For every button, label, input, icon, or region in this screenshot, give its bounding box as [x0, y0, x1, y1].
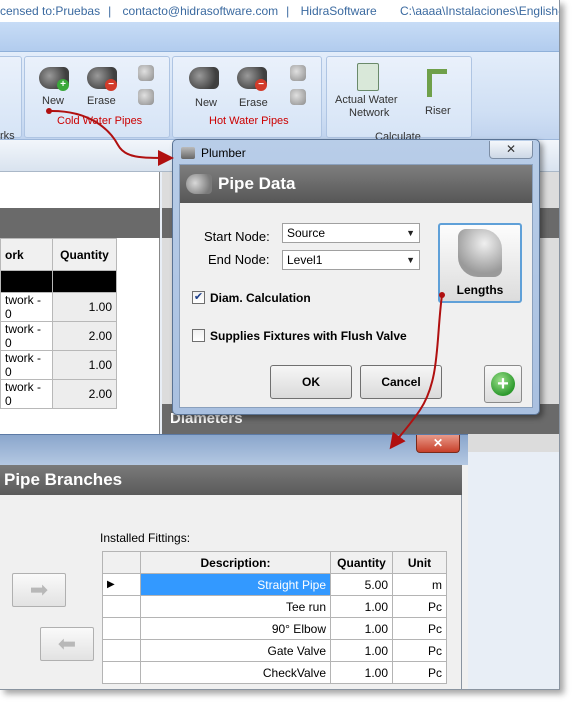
grid-header-name[interactable]: ork	[0, 238, 53, 271]
hot-new-button[interactable]: New	[195, 97, 217, 109]
ribbon-group-hot-water: New − Erase Hot Water Pipes	[172, 56, 322, 138]
ribbon-group-calculate: Actual Water Network Riser Calculate	[326, 56, 472, 143]
actual-water-network-button-line2[interactable]: Network	[349, 107, 389, 119]
branches-close-button[interactable]: ✕	[416, 435, 460, 453]
pipe-icon	[189, 67, 219, 89]
table-row[interactable]: Gate Valve 1.00 Pc	[102, 639, 447, 662]
end-node-value: Level1	[287, 253, 323, 267]
pipe-icon	[186, 174, 212, 194]
start-node-label: Start Node:	[204, 229, 270, 244]
title-license: censed to:Pruebas	[0, 4, 101, 18]
column-description[interactable]: Description:	[140, 551, 331, 574]
plumber-dialog: Plumber ✕ Pipe Data Start Node: Source ▼…	[172, 139, 540, 415]
actual-water-network-button-line1[interactable]: Actual Water	[335, 94, 398, 106]
start-node-select[interactable]: Source ▼	[282, 223, 420, 243]
start-node-value: Source	[287, 226, 326, 240]
table-row[interactable]: twork - 0 1.00	[0, 292, 117, 322]
plus-icon: +	[491, 372, 515, 396]
title-path: C:\aaaa\Instalaciones\English-	[399, 4, 560, 18]
ribbon-tab-strip	[0, 22, 559, 52]
table-row[interactable]: twork - 0 1.00	[0, 350, 117, 380]
erase-badge-icon: −	[255, 79, 267, 91]
hot-erase-button[interactable]: Erase	[239, 97, 268, 109]
ok-button[interactable]: OK	[270, 365, 352, 399]
add-button[interactable]: +	[484, 365, 522, 403]
flush-valve-label: Supplies Fixtures with Flush Valve	[210, 329, 407, 343]
table-row[interactable]: twork - 0 2.00	[0, 321, 117, 351]
calculator-icon	[357, 63, 379, 91]
table-row[interactable]: Tee run 1.00 Pc	[102, 595, 447, 618]
end-node-select[interactable]: Level1 ▼	[282, 250, 420, 270]
valve-fitting-icon[interactable]	[290, 89, 306, 105]
valve-fitting-icon[interactable]	[138, 89, 154, 105]
erase-badge-icon: −	[105, 79, 117, 91]
column-unit[interactable]: Unit	[392, 551, 447, 574]
dialog-close-button[interactable]: ✕	[489, 141, 533, 159]
grid-header-quantity[interactable]: Quantity	[52, 238, 117, 271]
table-row[interactable]: 90° Elbow 1.00 Pc	[102, 617, 447, 640]
pipe-branches-header: Pipe Branches	[0, 465, 462, 495]
ribbon-group-left	[0, 56, 22, 138]
dialog-body: Pipe Data Start Node: Source ▼ End Node:…	[179, 164, 533, 408]
pipe-data-header: Pipe Data	[180, 165, 532, 203]
column-quantity[interactable]: Quantity	[330, 551, 393, 574]
title-contact: contacto@hidrasoftware.com	[122, 4, 279, 18]
title-company: HidraSoftware	[300, 4, 377, 18]
dialog-title: Plumber	[201, 146, 246, 160]
row-pointer-icon: ▶	[102, 573, 141, 596]
table-row[interactable]: twork - 0 2.00	[0, 379, 117, 409]
add-badge-icon: +	[57, 79, 69, 91]
elbow-fitting-icon[interactable]	[138, 65, 154, 81]
end-node-label: End Node:	[208, 252, 270, 267]
riser-button[interactable]: Riser	[425, 105, 451, 117]
network-grid: ork Quantity twork - 0 1.00 twork - 0 2.00…	[0, 238, 117, 409]
plumber-app-icon	[181, 147, 195, 159]
elbow-icon	[458, 229, 502, 277]
lengths-label: Lengths	[456, 283, 504, 297]
diam-calculation-label: Diam. Calculation	[210, 291, 311, 305]
chevron-down-icon: ▼	[406, 255, 415, 265]
pipe-branches-body: Pipe Branches Installed Fittings: ➡ ⬅ De…	[0, 465, 462, 689]
installed-fittings-grid: Description: Quantity Unit ▶ Straight Pi…	[102, 551, 447, 684]
ribbon-group-cold-water: + New − Erase Cold Water Pipes	[24, 56, 170, 138]
ribbon: + New − Erase Cold Water Pipes New − Era…	[0, 52, 559, 143]
window-titlebar: censed to:Pruebas | contacto@hidrasoftwar…	[0, 0, 560, 22]
hot-group-title: Hot Water Pipes	[209, 115, 289, 127]
cold-new-button[interactable]: New	[42, 95, 64, 107]
network-pane-header	[0, 208, 160, 238]
cancel-button[interactable]: Cancel	[360, 365, 442, 399]
elbow-fitting-icon[interactable]	[290, 65, 306, 81]
cold-group-title: Cold Water Pipes	[57, 115, 143, 127]
riser-icon	[427, 69, 447, 97]
table-row[interactable]: ▶ Straight Pipe 5.00 m	[102, 573, 447, 596]
move-right-button[interactable]: ➡	[12, 573, 66, 607]
installed-fittings-label: Installed Fittings:	[100, 531, 191, 545]
move-left-button[interactable]: ⬅	[40, 627, 94, 661]
table-row[interactable]: CheckValve 1.00 Pc	[102, 661, 447, 684]
pipe-branches-window: ✕ Pipe Branches Installed Fittings: ➡ ⬅ …	[0, 434, 468, 689]
flush-valve-checkbox[interactable]	[192, 329, 205, 342]
lengths-button[interactable]: Lengths	[438, 223, 522, 303]
network-pane: ork Quantity twork - 0 1.00 twork - 0 2.00…	[0, 172, 160, 452]
chevron-down-icon: ▼	[406, 228, 415, 238]
diam-calculation-checkbox[interactable]: ✔	[192, 291, 205, 304]
cold-erase-button[interactable]: Erase	[87, 95, 116, 107]
